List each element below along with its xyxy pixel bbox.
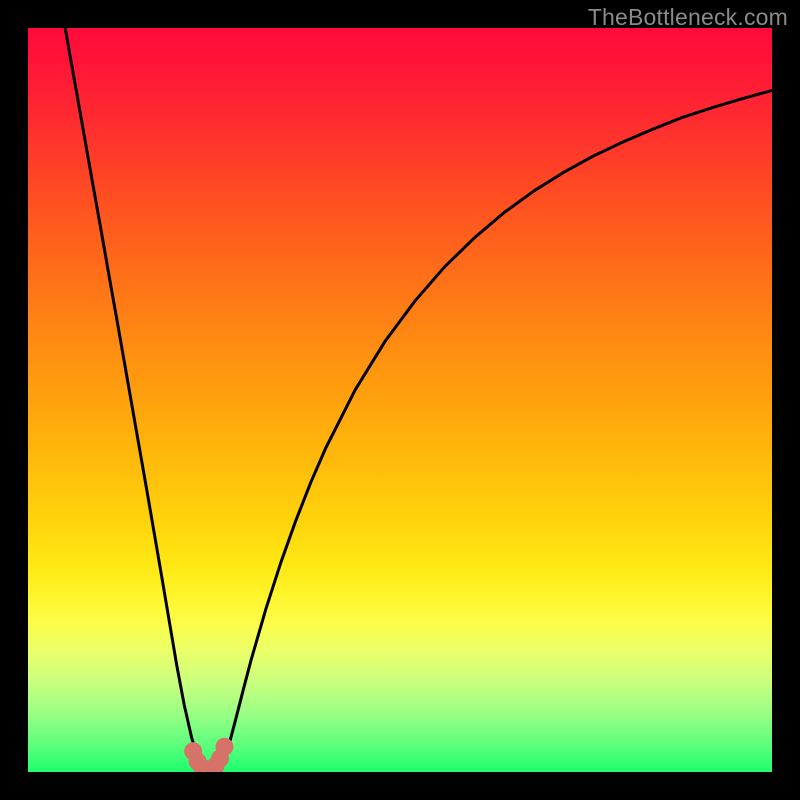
chart-frame: TheBottleneck.com (0, 0, 800, 800)
plot-area (28, 28, 772, 772)
curve-marker (215, 738, 233, 756)
watermark-text: TheBottleneck.com (588, 4, 788, 31)
bottleneck-curve (28, 28, 772, 772)
